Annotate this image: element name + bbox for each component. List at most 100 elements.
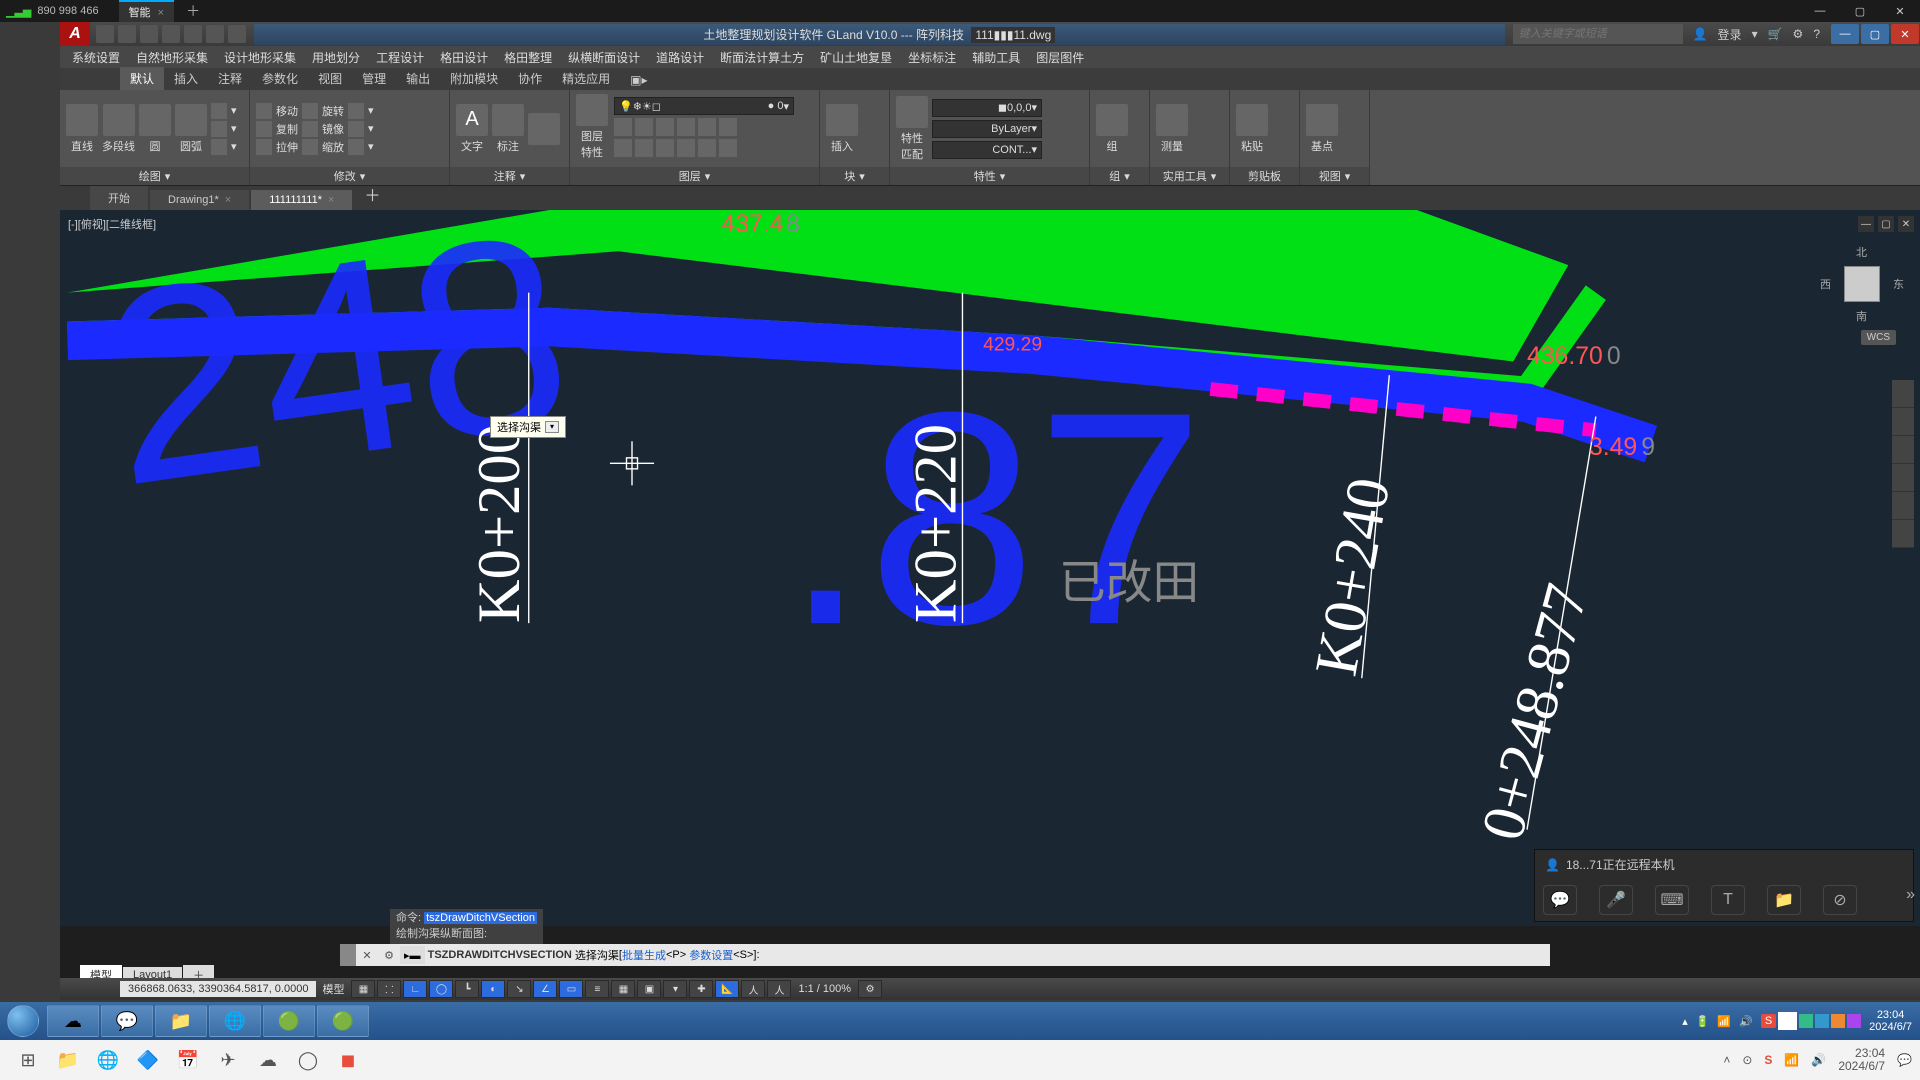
login-label[interactable]: 登录 [1718, 26, 1742, 43]
menu-item[interactable]: 道路设计 [648, 49, 712, 66]
app-icon[interactable]: 📅 [174, 1046, 202, 1074]
menu-item[interactable]: 格田设计 [432, 49, 496, 66]
panel-title[interactable]: 修改 ▾ [250, 167, 449, 185]
wcs-badge[interactable]: WCS [1861, 330, 1896, 345]
snap-toggle[interactable]: ⸬ [377, 980, 401, 998]
drawing-canvas[interactable]: [-][俯视][二维线框] — ▢ ✕ 248 .87 [60, 210, 1920, 926]
doc-tab[interactable]: 开始 [90, 186, 148, 210]
ime-badge[interactable]: S [1761, 1014, 1776, 1028]
viewport-label[interactable]: [-][俯视][二维线框] [68, 216, 156, 232]
lineweight-combo[interactable]: ByLayer ▾ [932, 120, 1042, 138]
new-icon[interactable] [96, 25, 114, 43]
taskbar-app[interactable]: 🟢 [263, 1005, 315, 1037]
panel-title[interactable]: 图层 ▾ [570, 167, 819, 185]
tray-icon[interactable]: ▴ [1682, 1015, 1688, 1028]
doc-tab[interactable]: Drawing1*× [150, 190, 249, 210]
mirror-button[interactable]: 镜像 [302, 121, 344, 137]
chat-icon[interactable]: 💬 [1543, 885, 1577, 915]
chevron-up-icon[interactable]: ˄ [1723, 1053, 1730, 1067]
close-icon[interactable]: × [225, 194, 231, 206]
host-clock[interactable]: 23:04 2024/6/7 [1838, 1047, 1885, 1073]
taskbar-app[interactable]: 🌐 [209, 1005, 261, 1037]
app-switcher-icon[interactable]: ⚙ [1793, 27, 1804, 41]
menu-item[interactable]: 断面法计算土方 [712, 49, 812, 66]
polyline-button[interactable]: 多段线 [102, 104, 135, 154]
insert-block-button[interactable]: 插入 [826, 104, 858, 154]
ribbon-tab[interactable]: 默认 [120, 67, 164, 90]
paste-button[interactable]: 粘贴 [1236, 104, 1268, 154]
menu-item[interactable]: 系统设置 [64, 49, 128, 66]
start-icon[interactable]: ⊞ [14, 1046, 42, 1074]
maximize-button[interactable]: ▢ [1840, 5, 1880, 18]
text-icon[interactable]: T [1711, 885, 1745, 915]
menu-item[interactable]: 图层图件 [1028, 49, 1092, 66]
disconnect-icon[interactable]: ⊘ [1823, 885, 1857, 915]
app-icon[interactable]: 🔷 [134, 1046, 162, 1074]
vp-close-icon[interactable]: ✕ [1898, 216, 1914, 232]
mic-icon[interactable]: 🎤 [1599, 885, 1633, 915]
date[interactable]: 2024/6/7 [1869, 1021, 1912, 1033]
vp-maximize-icon[interactable]: ▢ [1878, 216, 1894, 232]
menu-item[interactable]: 工程设计 [368, 49, 432, 66]
vp-minimize-icon[interactable]: — [1858, 216, 1874, 232]
remote-tab[interactable]: 智能 × [119, 0, 175, 22]
open-icon[interactable] [118, 25, 136, 43]
new-tab-button[interactable]: ＋ [186, 1, 200, 21]
layer-combo[interactable]: 💡❄☀◻ ● 0 ▾ [614, 97, 794, 115]
drag-handle-icon[interactable] [340, 944, 356, 966]
menu-item[interactable]: 用地划分 [304, 49, 368, 66]
dropdown-icon[interactable]: ▾ [545, 421, 559, 433]
panel-title[interactable]: 视图 ▾ [1300, 167, 1369, 185]
menu-item[interactable]: 辅助工具 [964, 49, 1028, 66]
app-icon[interactable]: ◼ [334, 1046, 362, 1074]
inner-minimize-button[interactable]: — [1831, 24, 1859, 44]
close-icon[interactable]: × [158, 7, 164, 19]
taskbar-app[interactable]: ☁ [47, 1005, 99, 1037]
help-icon[interactable]: ? [1813, 27, 1820, 41]
panel-title[interactable]: 绘图 ▾ [60, 167, 249, 185]
app-icon[interactable]: ✈ [214, 1046, 242, 1074]
menu-item[interactable]: 坐标标注 [900, 49, 964, 66]
app-icon[interactable]: ◯ [294, 1046, 322, 1074]
tray-icon[interactable]: ⊙ [1742, 1053, 1752, 1067]
close-button[interactable]: ✕ [1880, 5, 1920, 18]
close-icon[interactable]: × [328, 194, 334, 206]
menu-item[interactable]: 设计地形采集 [216, 49, 304, 66]
app-icon[interactable]: ☁ [254, 1046, 282, 1074]
command-line[interactable]: ✕ ⚙ ▸▬ TSZDRAWDITCHVSECTION 选择沟渠[批量生成<P>… [340, 944, 1550, 966]
text-button[interactable]: A文字 [456, 104, 488, 154]
ribbon-play-icon[interactable]: ▣▸ [620, 70, 657, 90]
move-button[interactable]: 移动 [256, 103, 298, 119]
folder-icon[interactable]: 📁 [1767, 885, 1801, 915]
expand-icon[interactable]: » [1906, 886, 1915, 904]
ribbon-tab[interactable]: 精选应用 [552, 67, 620, 90]
baseview-button[interactable]: 基点 [1306, 104, 1338, 154]
menu-item[interactable]: 纵横断面设计 [560, 49, 648, 66]
polar-toggle[interactable]: ◯ [429, 980, 453, 998]
ribbon-tab[interactable]: 视图 [308, 67, 352, 90]
match-properties-button[interactable]: 特性 匹配 [896, 96, 928, 162]
taskbar-app[interactable]: 📁 [155, 1005, 207, 1037]
search-input[interactable] [1513, 24, 1683, 44]
linetype-combo[interactable]: CONT... ▾ [932, 141, 1042, 159]
redo-icon[interactable] [228, 25, 246, 43]
menu-item[interactable]: 格田整理 [496, 49, 560, 66]
panel-title[interactable]: 实用工具 ▾ [1150, 167, 1229, 185]
scale-button[interactable]: 缩放 [302, 139, 344, 155]
doc-tab[interactable]: 111111111*× [251, 190, 352, 210]
ribbon-tab[interactable]: 注释 [208, 67, 252, 90]
remote-comm-panel[interactable]: 👤18...71正在远程本机 💬 🎤 ⌨ T 📁 ⊘ » [1534, 849, 1914, 922]
taskbar-app[interactable]: 💬 [101, 1005, 153, 1037]
options-icon[interactable]: ⚙ [378, 944, 400, 966]
group-button[interactable]: 组 [1096, 104, 1128, 154]
minimize-button[interactable]: — [1800, 5, 1840, 18]
save-icon[interactable] [140, 25, 158, 43]
copy-button[interactable]: 复制 [256, 121, 298, 137]
panel-title[interactable]: 特性 ▾ [890, 167, 1089, 185]
menu-item[interactable]: 自然地形采集 [128, 49, 216, 66]
inner-maximize-button[interactable]: ▢ [1861, 24, 1889, 44]
taskbar-app[interactable]: 🟢 [317, 1005, 369, 1037]
network-icon[interactable]: 📶 [1717, 1015, 1731, 1028]
inner-close-button[interactable]: ✕ [1891, 24, 1919, 44]
close-icon[interactable]: ✕ [356, 944, 378, 966]
